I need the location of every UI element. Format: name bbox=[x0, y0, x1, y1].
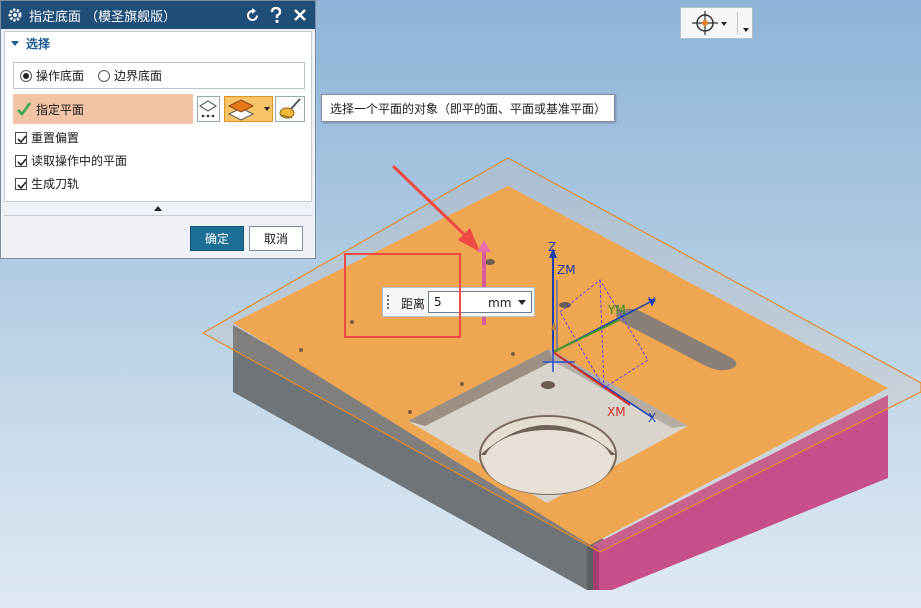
radio-button[interactable] bbox=[98, 69, 111, 82]
specify-plane-row: 指定平面 bbox=[13, 94, 305, 124]
floor-type-radio-group: 操作底面 边界底面 bbox=[13, 62, 305, 89]
toolbar-separator bbox=[737, 12, 738, 34]
radio-operation-floor[interactable]: 操作底面 bbox=[20, 67, 84, 84]
chevron-down-icon[interactable] bbox=[743, 28, 749, 32]
help-icon[interactable] bbox=[267, 6, 285, 24]
checkbox-label: 生成刀轨 bbox=[31, 177, 80, 191]
checkbox-read-plane[interactable]: 读取操作中的平面 bbox=[15, 152, 127, 169]
collapse-up-icon[interactable] bbox=[154, 206, 162, 211]
inferred-plane-button[interactable] bbox=[224, 96, 273, 122]
x-label: X bbox=[648, 411, 656, 425]
brush-icon bbox=[279, 98, 301, 119]
inferred-plane-icon bbox=[227, 99, 255, 121]
radio-label: 操作底面 bbox=[36, 69, 85, 83]
pocket-hole-floor bbox=[484, 430, 612, 494]
section-header-selection[interactable]: 选择 bbox=[5, 32, 311, 54]
zm-label: ZM bbox=[557, 263, 576, 277]
plane-dialog-icon bbox=[199, 100, 217, 118]
distance-unit[interactable]: mm bbox=[488, 296, 511, 310]
green-check-icon bbox=[17, 102, 31, 116]
dialog-divider bbox=[4, 215, 312, 216]
checkbox[interactable] bbox=[15, 154, 27, 167]
plane-clear-button[interactable] bbox=[275, 96, 305, 122]
section-title: 选择 bbox=[26, 36, 51, 51]
specify-plane-selector[interactable]: 指定平面 bbox=[13, 94, 193, 124]
snap-point-icon[interactable] bbox=[690, 10, 720, 36]
chevron-down-icon[interactable] bbox=[264, 107, 270, 111]
checkbox-generate-toolpath[interactable]: 生成刀轨 bbox=[15, 175, 79, 192]
checkbox-label: 读取操作中的平面 bbox=[31, 154, 128, 168]
pin-hole bbox=[460, 382, 464, 386]
snap-toolbar[interactable] bbox=[680, 7, 753, 39]
annotation-highlight-box bbox=[344, 253, 461, 338]
checkbox[interactable] bbox=[15, 177, 27, 190]
radio-label: 边界底面 bbox=[114, 69, 163, 83]
ym-label: YM bbox=[607, 303, 626, 317]
pin-hole bbox=[299, 348, 303, 352]
checkbox-label: 重置偏置 bbox=[31, 131, 80, 145]
specify-plane-label: 指定平面 bbox=[36, 102, 85, 117]
collapse-triangle-icon[interactable] bbox=[11, 40, 19, 46]
dialog-titlebar[interactable]: 指定底面 （模圣旗舰版） bbox=[1, 1, 315, 29]
radio-boundary-floor[interactable]: 边界底面 bbox=[98, 67, 162, 84]
small-hole bbox=[485, 259, 495, 265]
chevron-down-icon[interactable] bbox=[721, 22, 727, 26]
dialog-title: 指定底面 （模圣旗舰版） bbox=[29, 9, 177, 25]
reset-icon[interactable] bbox=[243, 6, 261, 24]
pin-hole bbox=[408, 410, 412, 414]
specify-floor-dialog: 指定底面 （模圣旗舰版） 选择 操作底面 边界底面 指定平面 重置偏置 读取操作… bbox=[0, 0, 316, 259]
checkbox-reset-offset[interactable]: 重置偏置 bbox=[15, 129, 79, 146]
cancel-button[interactable]: 取消 bbox=[249, 226, 303, 251]
selection-tooltip: 选择一个平面的对象（即平的面、平面或基准平面） bbox=[321, 94, 615, 122]
chevron-down-icon[interactable] bbox=[518, 300, 526, 305]
close-icon[interactable] bbox=[291, 6, 309, 24]
gear-icon bbox=[8, 8, 22, 22]
small-hole bbox=[541, 381, 555, 389]
plane-dialog-button[interactable] bbox=[197, 96, 220, 122]
checkbox[interactable] bbox=[15, 131, 27, 144]
xm-label: XM bbox=[607, 405, 626, 419]
y-label: Y bbox=[647, 295, 656, 309]
pin-hole bbox=[511, 352, 515, 356]
part-side-wall-pink-dark bbox=[593, 545, 599, 590]
selection-group: 选择 操作底面 边界底面 指定平面 重置偏置 读取操作中的平面 生成刀轨 bbox=[4, 31, 312, 202]
ok-button[interactable]: 确定 bbox=[190, 226, 244, 251]
z-label: Z bbox=[548, 240, 556, 254]
radio-button-selected[interactable] bbox=[20, 69, 32, 82]
